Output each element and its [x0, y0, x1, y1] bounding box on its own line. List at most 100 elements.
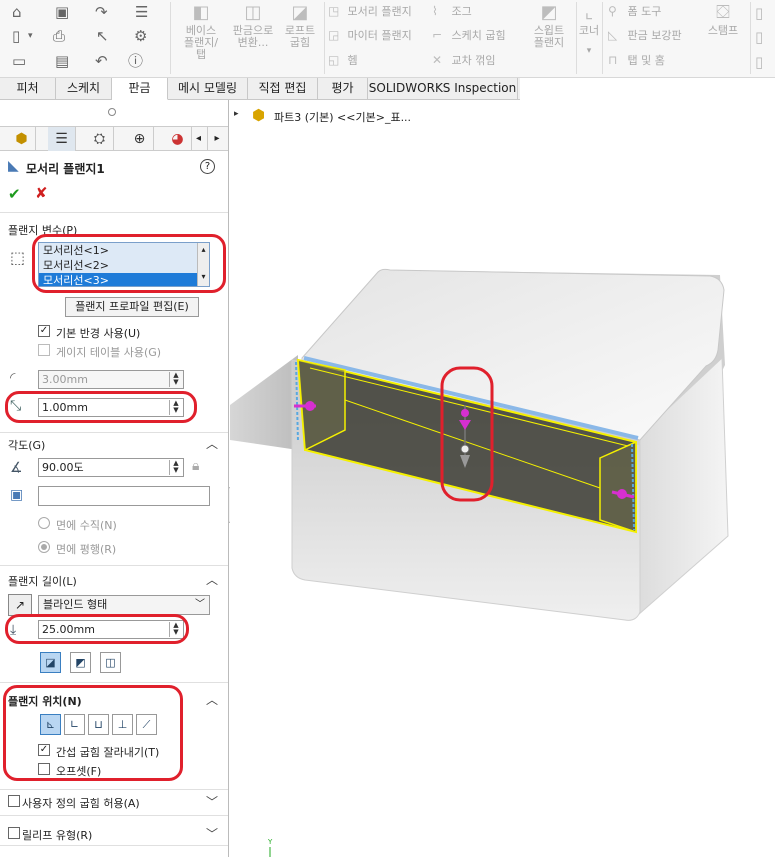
options-gear-icon[interactable]: ⚙	[134, 27, 147, 45]
command-manager-tabs: 피처 스케치 판금 메시 모델링 직접 편집 평가 SOLIDWORKS Ins…	[0, 78, 520, 100]
list-icon[interactable]: ☰	[135, 3, 148, 21]
dimxpert-tab-icon[interactable]: ⊕	[126, 127, 154, 151]
undo-icon[interactable]: ↶	[95, 52, 108, 70]
reverse-direction-icon[interactable]: ↗	[8, 594, 32, 616]
configuration-manager-tab-icon[interactable]: ⛭	[86, 127, 114, 151]
stamp-icon: ⛋	[716, 2, 730, 23]
tab-sketch[interactable]: 스케치	[56, 78, 112, 100]
panel-grip-icon[interactable]	[108, 108, 116, 116]
angle-header[interactable]: 각도(G)	[8, 437, 45, 453]
annotation-highlight-length	[5, 614, 189, 644]
tab-evaluate[interactable]: 평가	[318, 78, 368, 100]
sketched-bend-icon: ⌐	[432, 28, 443, 42]
use-default-radius-checkbox[interactable]: ✓	[38, 325, 50, 337]
edge-selection-icon: ⬚	[10, 248, 26, 267]
tab-direct-editing[interactable]: 직접 편집	[248, 78, 318, 100]
chevron-up-icon[interactable]: ︿	[206, 571, 218, 588]
forming-tool-button[interactable]: ⚲ 폼 도구	[608, 4, 661, 19]
chevron-down-icon[interactable]: ﹀	[206, 825, 218, 842]
reference-face-icon: ▣	[10, 487, 24, 503]
open-folder-icon[interactable]: ▭	[12, 52, 26, 70]
redo-icon[interactable]: ↷	[95, 3, 108, 21]
tab-solidworks-inspection[interactable]: SOLIDWORKS Inspection	[368, 78, 518, 100]
parallel-to-face-radio[interactable]	[38, 541, 50, 553]
relief-type-label: 릴리프 유형(R)	[22, 829, 93, 842]
corner-button[interactable]: ⌞ 코너 ▾	[578, 2, 600, 57]
print-icon[interactable]: ⎙	[53, 27, 65, 45]
cross-break-button[interactable]: ✕ 교차 꺾임	[432, 53, 495, 68]
miter-flange-button[interactable]: ◲ 마이터 플랜지	[328, 28, 412, 43]
use-gauge-table-checkbox[interactable]	[38, 344, 50, 356]
edge-flange-feature-icon: ◣	[8, 158, 19, 174]
help-icon[interactable]: ?	[200, 159, 215, 174]
tab-and-slot-button[interactable]: ⊓ 탭 및 홈	[608, 53, 665, 68]
property-manager-tab-icon[interactable]: ☰	[48, 127, 76, 151]
flatten-icon[interactable]: ▯	[755, 4, 763, 22]
inner-virtual-sharp-button[interactable]: ◩	[70, 652, 91, 673]
custom-bend-allowance-label: 사용자 정의 굽힘 허용(A)	[22, 797, 140, 810]
bend-radius-input[interactable]: 3.00mm ▲ ▼	[38, 370, 184, 389]
flange-length-header[interactable]: 플랜지 길이(L)	[8, 573, 77, 589]
cross-break-icon: ✕	[432, 53, 443, 67]
panel-tab-bar: ⬢ ☰ ⛭ ⊕ ◕ ◂ ▸	[0, 126, 228, 151]
gusset-button[interactable]: ◺ 판금 보강판	[608, 28, 682, 43]
jog-button[interactable]: ⌇ 조그	[432, 4, 472, 19]
tab-scroll-right-icon[interactable]: ▸	[208, 127, 226, 151]
flange-angle-input[interactable]: 90.00도 ▲ ▼	[38, 458, 184, 477]
lofted-bend-icon: ◪	[291, 2, 309, 23]
end-condition-select[interactable]: 블라인드 형태 ﹀	[38, 595, 210, 615]
tab-mesh-modeling[interactable]: 메시 모델링	[168, 78, 248, 100]
use-gauge-table-label: 게이지 테이블 사용(G)	[56, 346, 162, 359]
save-icon[interactable]: ▣	[55, 3, 69, 21]
chevron-up-icon[interactable]: ︿	[206, 691, 218, 708]
edit-flange-profile-button[interactable]: 플랜지 프로파일 편집(E)	[65, 297, 199, 317]
custom-bend-allowance-checkbox[interactable]	[8, 795, 20, 807]
lock-icon[interactable]: 🔒︎	[192, 458, 199, 474]
tangent-bend-button[interactable]: ◫	[100, 652, 121, 673]
rebuild-icon[interactable]: ▤	[55, 52, 69, 70]
chevron-up-icon[interactable]: ︿	[206, 435, 218, 452]
reference-triad-y-label: Y	[267, 838, 273, 846]
file-properties-icon[interactable]: ⓘ	[128, 52, 143, 70]
tab-features[interactable]: 피처	[0, 78, 56, 100]
model-view: Y	[230, 268, 729, 857]
tab-sheet-metal[interactable]: 판금	[112, 78, 168, 100]
parallel-to-face-label: 면에 평행(R)	[56, 543, 117, 556]
panel-title: 모서리 플랜지1	[26, 162, 105, 176]
hem-button[interactable]: ◱ 헴	[328, 53, 358, 68]
convert-to-sheet-metal-button[interactable]: ◫ 판금으로 변환...	[226, 2, 280, 49]
flange-right-end	[599, 440, 637, 534]
ok-checkmark-icon[interactable]: ✔	[8, 185, 21, 203]
sketched-bend-button[interactable]: ⌐ 스케치 굽힘	[432, 28, 506, 43]
select-cursor-icon[interactable]: ↖	[96, 27, 109, 45]
fold-icon[interactable]: ▯	[755, 53, 763, 71]
base-flange-button[interactable]: ◧ 베이스 플랜지/ 탭	[172, 2, 230, 61]
graphics-area[interactable]: ▸ ⬢ 파트3 (기본) <<기본>_표... Y	[230, 100, 775, 857]
base-flange-icon: ◧	[192, 2, 210, 23]
hem-icon: ◱	[328, 53, 340, 67]
lofted-bend-button[interactable]: ◪ 로프트 굽힘	[279, 2, 321, 49]
chevron-down-icon[interactable]: ▾	[28, 27, 33, 45]
cancel-x-icon[interactable]: ✘	[35, 184, 48, 202]
reference-face-input[interactable]	[38, 486, 210, 506]
home-icon[interactable]: ⌂	[12, 3, 22, 21]
forming-tool-icon: ⚲	[608, 4, 617, 18]
new-document-icon[interactable]: ▯	[12, 27, 20, 45]
stamp-button[interactable]: ⛋ 스탬프	[700, 2, 746, 37]
chevron-down-icon[interactable]: ﹀	[206, 793, 218, 810]
outer-virtual-sharp-button[interactable]: ◪	[40, 652, 61, 673]
swept-flange-button[interactable]: ◩ 스윕트 플랜지	[524, 2, 574, 49]
edge-flange-button[interactable]: ◳ 모서리 플랜지	[328, 4, 412, 19]
convert-sheet-icon: ◫	[244, 2, 262, 23]
angle-spinner[interactable]: ▲ ▼	[169, 460, 182, 475]
annotation-highlight-position	[3, 685, 183, 781]
radius-spinner[interactable]: ▲ ▼	[169, 372, 182, 387]
unfold-icon[interactable]: ▯	[755, 28, 763, 46]
normal-to-face-radio[interactable]	[38, 517, 50, 529]
feature-manager-tab-icon[interactable]: ⬢	[8, 127, 36, 151]
relief-type-checkbox[interactable]	[8, 827, 20, 839]
tab-scroll-left-icon[interactable]: ◂	[190, 127, 208, 151]
display-manager-tab-icon[interactable]: ◕	[164, 127, 192, 151]
property-manager-panel: ⬢ ☰ ⛭ ⊕ ◕ ◂ ▸ ◣ 모서리 플랜지1 ? ✔ ✘ 플랜지 변수(P)…	[0, 100, 229, 857]
jog-icon: ⌇	[432, 4, 438, 18]
